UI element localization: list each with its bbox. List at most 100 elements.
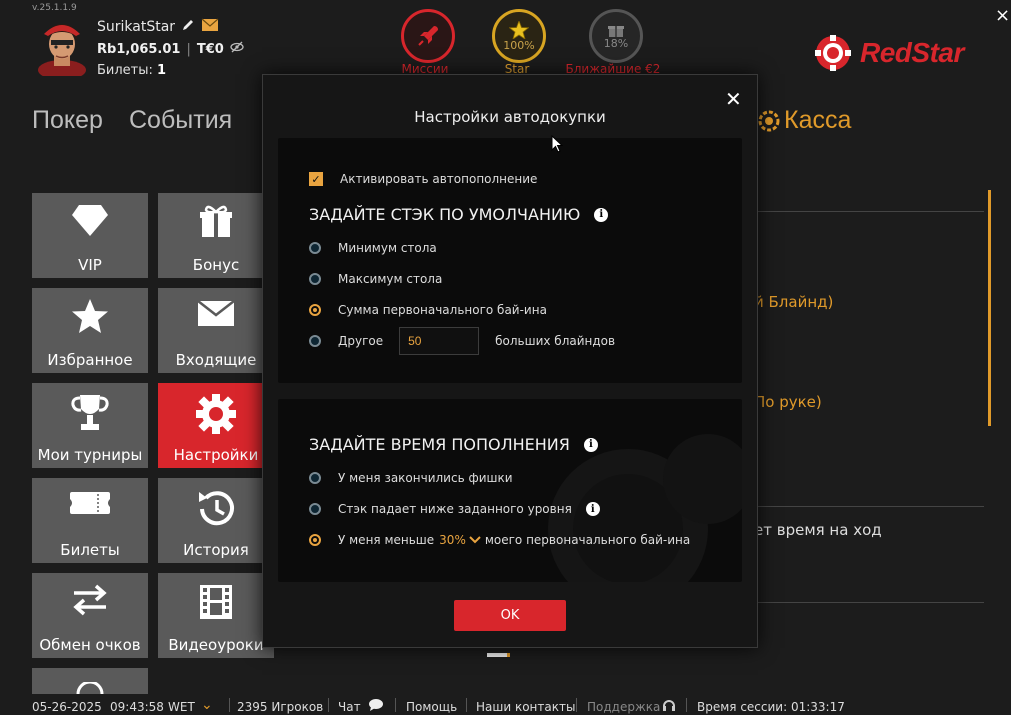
chevron-down-icon[interactable] [469, 533, 481, 547]
radio-button[interactable] [309, 335, 321, 347]
close-icon[interactable]: ✕ [725, 87, 742, 111]
star-progress: 100% [503, 38, 535, 52]
timezone-chevron-icon[interactable]: ⌄ [201, 697, 213, 713]
missions-icon[interactable] [401, 9, 455, 63]
radio-initial-buyin[interactable]: Сумма первоначального бай-ина [309, 303, 547, 317]
edit-pencil-icon[interactable] [181, 18, 195, 36]
avatar[interactable] [36, 18, 88, 80]
tile-my-tournaments[interactable]: Мои турниры [32, 383, 148, 468]
status-chat[interactable]: Чат [338, 700, 361, 714]
percent-dropdown[interactable]: 30% [439, 533, 466, 547]
bg-per-hand-text: По руке) [754, 393, 822, 411]
tile-label: Избранное [47, 351, 133, 369]
radio-button[interactable] [309, 273, 321, 285]
radio-button[interactable] [309, 472, 321, 484]
film-icon [200, 585, 232, 619]
dialog-title: Настройки автодокупки [414, 108, 606, 126]
tile-points-exchange[interactable]: Обмен очков [32, 573, 148, 658]
cashier-chip-icon [758, 110, 780, 131]
status-session-time: Время сессии: 01:33:17 [697, 700, 845, 714]
radio-less-than-percent[interactable]: У меня меньше 30% моего первоначального … [309, 533, 690, 547]
tile-history[interactable]: История [158, 478, 274, 563]
history-icon [199, 491, 234, 526]
tile-more[interactable] [32, 668, 148, 694]
star-icon [72, 299, 108, 333]
status-contacts[interactable]: Наши контакты [476, 700, 575, 714]
tile-favorites[interactable]: Избранное [32, 288, 148, 373]
gift-icon [200, 205, 232, 237]
tile-label: Видеоуроки [168, 636, 264, 654]
info-icon[interactable]: i [594, 207, 609, 222]
option-label: Стэк падает ниже заданного уровня [338, 502, 572, 516]
tile-video-lessons[interactable]: Видеоуроки [158, 573, 274, 658]
tournament-money: T€0 [196, 41, 224, 57]
tile-label: История [183, 541, 249, 559]
less-suffix: моего первоначального бай-ина [484, 533, 691, 547]
tile-inbox[interactable]: Входящие [158, 288, 274, 373]
tile-vip[interactable]: VIP [32, 193, 148, 278]
mouse-cursor-icon [551, 135, 563, 153]
radio-button-selected[interactable] [309, 534, 321, 546]
checkbox-check-icon[interactable]: ✓ [309, 172, 323, 186]
tickets-label: Билеты: [97, 63, 153, 78]
default-stack-heading: ЗАДАЙТЕ СТЭК ПО УМОЛЧАНИЮ i [309, 205, 609, 224]
radio-button[interactable] [309, 503, 321, 515]
radio-other[interactable]: Другое больших блайндов [309, 327, 615, 355]
activate-autorebuy-checkbox[interactable]: ✓ Активировать автопополнение [309, 172, 537, 186]
tile-settings[interactable]: Настройки [158, 383, 274, 468]
tile-tickets[interactable]: Билеты [32, 478, 148, 563]
rebuy-time-heading: ЗАДАЙТЕ ВРЕМЯ ПОПОЛНЕНИЯ i [309, 435, 598, 454]
status-date: 05-26-2025 [32, 700, 102, 714]
auto-rebuy-dialog: Настройки автодокупки ✕ ✓ Активировать а… [262, 74, 758, 648]
balance-separator: | [186, 41, 191, 57]
tile-label: Бонус [192, 256, 240, 274]
username: SurikatStar [97, 19, 176, 35]
option-label: Максимум стола [338, 272, 443, 286]
option-label: Другое [338, 334, 384, 348]
envelope-icon [197, 300, 235, 326]
username-row: SurikatStar [97, 18, 219, 36]
balance-value: Rb1,065.01 [97, 41, 181, 57]
radio-table-maximum[interactable]: Максимум стола [309, 272, 442, 286]
version-label: v.25.1.1.9 [32, 3, 77, 13]
hide-balance-icon[interactable] [230, 41, 244, 57]
radio-button-selected[interactable] [309, 304, 321, 316]
section-title: ЗАДАЙТЕ ВРЕМЯ ПОПОЛНЕНИЯ [309, 435, 570, 454]
status-support[interactable]: Поддержка [587, 700, 660, 714]
ok-button[interactable]: OK [454, 600, 566, 631]
info-icon[interactable]: i [585, 502, 600, 516]
exchange-icon [73, 584, 107, 616]
status-help[interactable]: Помощь [406, 700, 457, 714]
status-players: 2395 Игроков [237, 700, 324, 714]
scrollbar[interactable] [988, 190, 991, 426]
star-status-icon[interactable]: 100% [492, 9, 546, 63]
radio-table-minimum[interactable]: Минимум стола [309, 241, 437, 255]
diamond-icon [72, 205, 108, 236]
tile-label: Билеты [60, 541, 120, 559]
tile-label: Мои турниры [37, 446, 143, 464]
gift-progress: 18% [603, 36, 629, 50]
mail-icon[interactable] [201, 18, 219, 36]
chat-bubble-icon[interactable] [368, 699, 384, 714]
info-icon[interactable]: i [583, 437, 598, 452]
ticket-icon [70, 492, 110, 514]
balance-row: Rb1,065.01 | T€0 [97, 41, 244, 57]
tab-cashier[interactable]: Касса [758, 106, 851, 135]
next-reward-gift-icon[interactable]: 18% [589, 9, 643, 63]
other-big-blinds-input[interactable] [399, 327, 480, 355]
status-bar: 05-26-2025 09:43:58 WET ⌄ 2395 Игроков Ч… [0, 696, 1011, 714]
status-timezone[interactable]: WET [168, 700, 195, 714]
radio-out-of-chips[interactable]: У меня закончились фишки [309, 471, 513, 485]
other-suffix: больших блайндов [495, 334, 616, 348]
tab-poker[interactable]: Покер [32, 106, 103, 135]
radio-stack-below-level[interactable]: Стэк падает ниже заданного уровня i [309, 502, 600, 516]
close-app-icon[interactable]: × [995, 5, 1010, 26]
bg-time-per-move-text: ет время на ход [754, 521, 882, 539]
tile-label: VIP [78, 256, 102, 274]
radio-button[interactable] [309, 242, 321, 254]
option-label: Сумма первоначального бай-ина [338, 303, 547, 317]
headset-icon[interactable] [662, 698, 676, 715]
tab-events[interactable]: События [129, 106, 232, 135]
tile-label: Входящие [175, 351, 257, 369]
tile-bonus[interactable]: Бонус [158, 193, 274, 278]
